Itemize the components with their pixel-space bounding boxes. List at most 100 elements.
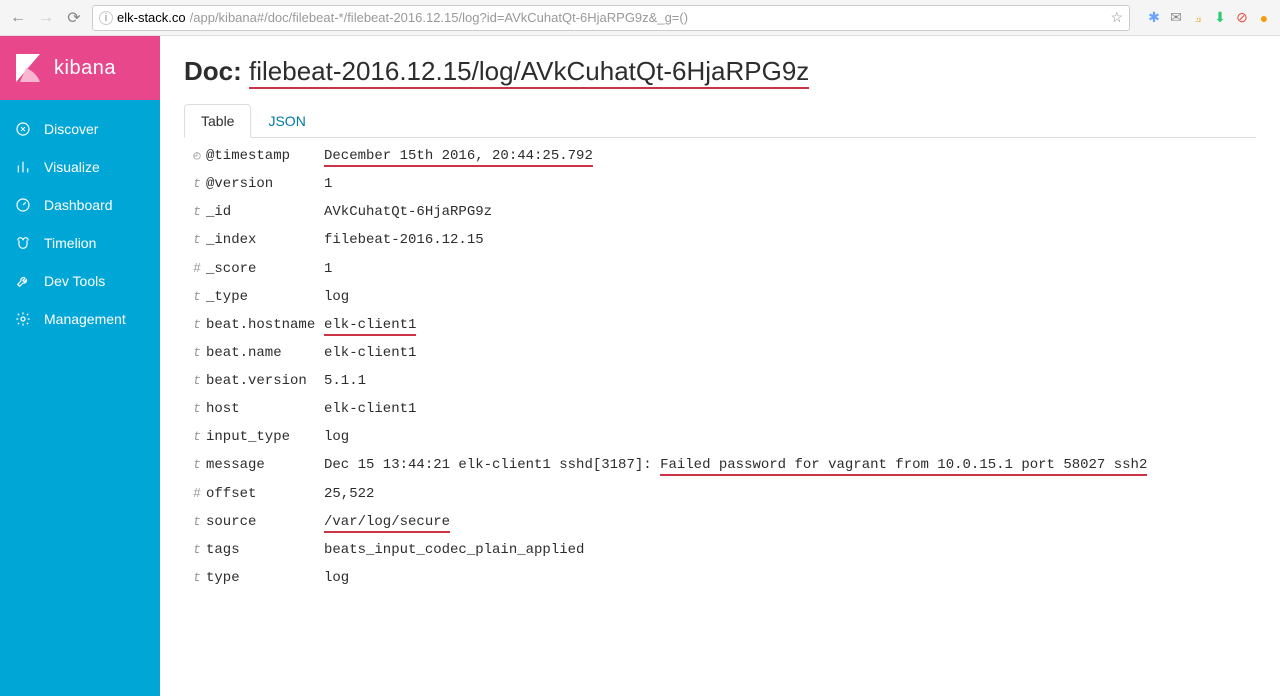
field-name: type (206, 570, 324, 586)
nav-management[interactable]: Management (0, 300, 160, 338)
field-row: t_typelog (184, 283, 1256, 311)
ext-icon-warn[interactable]: ● (1256, 10, 1272, 26)
field-row: tbeat.hostnameelk-client1 (184, 311, 1256, 339)
back-button[interactable]: ← (8, 8, 28, 28)
nav-label: Timelion (44, 235, 96, 251)
field-row: #_score1 (184, 254, 1256, 283)
field-type-icon: ◴ (188, 148, 206, 163)
field-value: /var/log/secure (324, 514, 450, 530)
field-row: tmessageDec 15 13:44:21 elk-client1 sshd… (184, 451, 1256, 479)
nav-visualize[interactable]: Visualize (0, 148, 160, 186)
field-type-icon: t (188, 232, 206, 247)
title-docid: filebeat-2016.12.15/log/AVkCuhatQt-6HjaR… (249, 56, 809, 89)
field-row: tbeat.version5.1.1 (184, 367, 1256, 395)
nav-label: Discover (44, 121, 98, 137)
extension-icons: ✱ ✉ ⟓ ⬇ ⊘ ● (1138, 10, 1272, 26)
field-row: tsource/var/log/secure (184, 508, 1256, 536)
url-host: elk-stack.co (117, 10, 186, 25)
forward-button[interactable]: → (36, 8, 56, 28)
logo[interactable]: kibana (0, 36, 160, 100)
field-type-icon: t (188, 457, 206, 472)
field-row: t_indexfilebeat-2016.12.15 (184, 226, 1256, 254)
nav-label: Dashboard (44, 197, 113, 213)
title-prefix: Doc: (184, 56, 249, 86)
field-value: elk-client1 (324, 401, 416, 417)
field-name: @version (206, 176, 324, 192)
bar-chart-icon (14, 158, 32, 176)
tab-table[interactable]: Table (184, 104, 251, 138)
main-content: Doc: filebeat-2016.12.15/log/AVkCuhatQt-… (160, 36, 1280, 696)
nav-timelion[interactable]: Timelion (0, 224, 160, 262)
field-type-icon: t (188, 514, 206, 529)
gauge-icon (14, 196, 32, 214)
ext-icon-rss[interactable]: ⟓ (1190, 10, 1206, 26)
url-bar[interactable]: i elk-stack.co/app/kibana#/doc/filebeat-… (92, 5, 1130, 31)
field-row: tbeat.nameelk-client1 (184, 339, 1256, 367)
field-name: beat.version (206, 373, 324, 389)
nav-discover[interactable]: Discover (0, 110, 160, 148)
nav-devtools[interactable]: Dev Tools (0, 262, 160, 300)
field-name: _score (206, 261, 324, 277)
nav-list: Discover Visualize Dashboard Timelion De… (0, 100, 160, 348)
field-type-icon: t (188, 542, 206, 557)
ext-icon-1[interactable]: ✱ (1146, 10, 1162, 26)
field-name: message (206, 457, 324, 473)
field-type-icon: # (188, 260, 206, 275)
field-type-icon: t (188, 345, 206, 360)
field-name: _index (206, 232, 324, 248)
field-type-icon: # (188, 485, 206, 500)
field-type-icon: t (188, 570, 206, 585)
ext-icon-down[interactable]: ⬇ (1212, 10, 1228, 26)
field-value: log (324, 289, 349, 305)
url-path: /app/kibana#/doc/filebeat-*/filebeat-201… (190, 10, 1107, 25)
field-name: beat.hostname (206, 317, 324, 333)
field-row: ttypelog (184, 564, 1256, 592)
field-name: offset (206, 486, 324, 502)
gear-icon (14, 310, 32, 328)
nav-label: Management (44, 311, 126, 327)
field-value: AVkCuhatQt-6HjaRPG9z (324, 204, 492, 220)
field-value: log (324, 570, 349, 586)
field-value: 1 (324, 176, 332, 192)
field-name: beat.name (206, 345, 324, 361)
field-name: tags (206, 542, 324, 558)
field-value: December 15th 2016, 20:44:25.792 (324, 148, 593, 164)
bookmark-star-icon[interactable]: ☆ (1110, 9, 1123, 26)
field-type-icon: t (188, 176, 206, 191)
sidebar: kibana Discover Visualize Dashboard Time… (0, 36, 160, 696)
field-value: elk-client1 (324, 317, 416, 333)
doc-tabs: Table JSON (184, 103, 1256, 138)
field-name: _type (206, 289, 324, 305)
field-row: thostelk-client1 (184, 395, 1256, 423)
ext-icon-mail[interactable]: ✉ (1168, 10, 1184, 26)
field-value: log (324, 429, 349, 445)
field-name: _id (206, 204, 324, 220)
field-row: ttagsbeats_input_codec_plain_applied (184, 536, 1256, 564)
field-type-icon: t (188, 429, 206, 444)
field-row: t@version1 (184, 170, 1256, 198)
field-row: #offset25,522 (184, 479, 1256, 508)
reload-button[interactable]: ⟳ (64, 8, 84, 28)
field-type-icon: t (188, 401, 206, 416)
field-name: host (206, 401, 324, 417)
field-value: beats_input_codec_plain_applied (324, 542, 584, 558)
field-row: ◴@timestampDecember 15th 2016, 20:44:25.… (184, 142, 1256, 170)
field-value: 25,522 (324, 486, 374, 502)
field-value: filebeat-2016.12.15 (324, 232, 484, 248)
field-value: 1 (324, 261, 332, 277)
field-row: tinput_typelog (184, 423, 1256, 451)
tab-json[interactable]: JSON (251, 104, 322, 138)
field-name: @timestamp (206, 148, 324, 164)
field-name: input_type (206, 429, 324, 445)
field-type-icon: t (188, 317, 206, 332)
nav-label: Visualize (44, 159, 100, 175)
nav-dashboard[interactable]: Dashboard (0, 186, 160, 224)
browser-toolbar: ← → ⟳ i elk-stack.co/app/kibana#/doc/fil… (0, 0, 1280, 36)
ext-icon-block[interactable]: ⊘ (1234, 10, 1250, 26)
field-name: source (206, 514, 324, 530)
brand-text: kibana (54, 57, 116, 80)
field-type-icon: t (188, 289, 206, 304)
field-value: Dec 15 13:44:21 elk-client1 sshd[3187]: … (324, 457, 1147, 473)
site-info-icon[interactable]: i (99, 11, 113, 25)
field-table: ◴@timestampDecember 15th 2016, 20:44:25.… (184, 142, 1256, 592)
